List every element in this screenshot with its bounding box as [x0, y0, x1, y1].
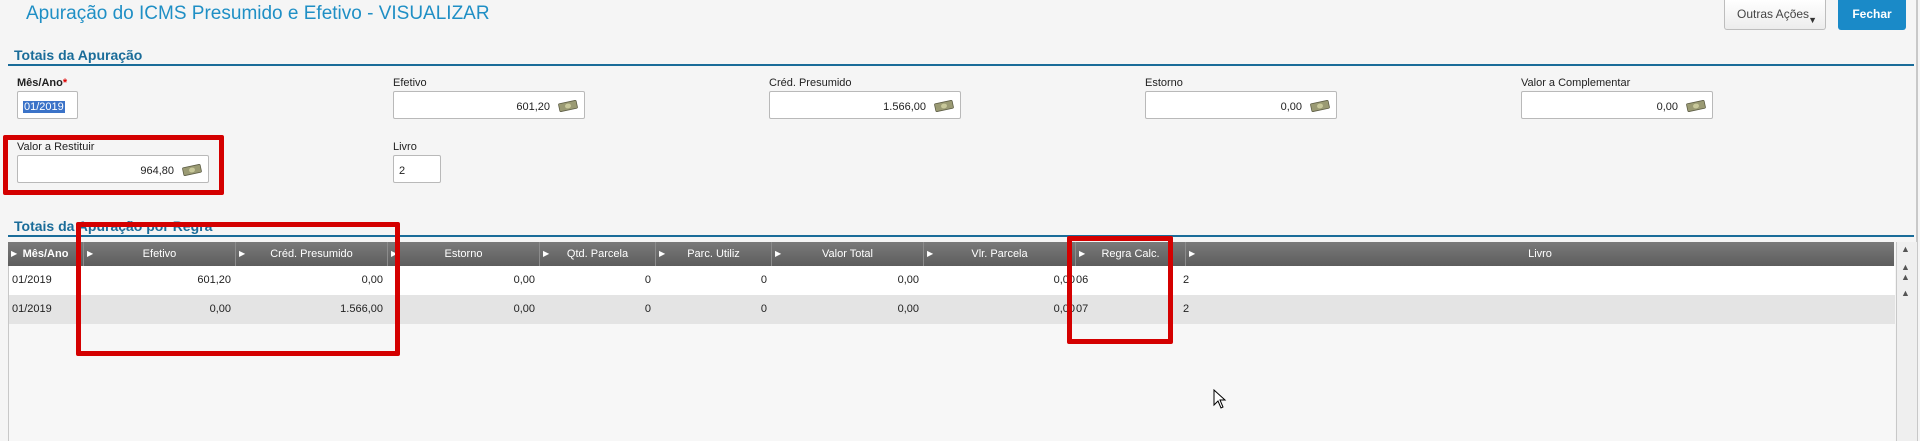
scroll-down-icon[interactable]: ▲: [1901, 288, 1910, 298]
cell-livro: 2: [1183, 274, 1190, 286]
efetivo-label: Efetivo: [393, 77, 427, 89]
cell-livro: 2: [1183, 303, 1190, 315]
scroll-page-up-icon[interactable]: ▲: [1901, 272, 1910, 282]
cred-presumido-field[interactable]: 1.566,00: [769, 91, 961, 119]
cell-parc-utiliz: 0: [760, 274, 767, 286]
livro-value: 2: [399, 165, 406, 177]
column-header-label: Vlr. Parcela: [971, 248, 1028, 260]
cell-vlr-parcela: 0,00: [1053, 274, 1075, 286]
column-header-label: Mês/Ano: [22, 248, 69, 260]
valor-complementar-value: 0,00: [1656, 101, 1678, 113]
mes-ano-label-text: Mês/Ano: [17, 77, 63, 89]
estorno-value: 0,00: [1280, 101, 1302, 113]
cell-mes-ano: 01/2019: [12, 274, 52, 286]
cred-presumido-label: Créd. Presumido: [769, 77, 852, 89]
cell-valor-total: 0,00: [897, 303, 919, 315]
column-header-mes-ano[interactable]: ▶ Mês/Ano: [8, 242, 84, 266]
valor-complementar-field[interactable]: 0,00: [1521, 91, 1713, 119]
cell-valor-total: 0,00: [897, 274, 919, 286]
highlight-box: [3, 135, 224, 195]
cell-qtd-parcela: 0: [644, 274, 651, 286]
grid-scrollbar[interactable]: ▲ ▲ ▲ ▲: [1896, 242, 1917, 441]
column-header-label: Livro: [1528, 248, 1552, 260]
page-title: Apuração do ICMS Presumido e Efetivo - V…: [26, 3, 490, 24]
cell-estorno: 0,00: [513, 303, 535, 315]
cell-estorno: 0,00: [513, 274, 535, 286]
column-header-parc-utiliz[interactable]: ▶ Parc. Utiliz: [656, 242, 772, 266]
column-header-label: Estorno: [444, 248, 483, 260]
cell-mes-ano: 01/2019: [12, 303, 52, 315]
cell-vlr-parcela: 0,00: [1053, 303, 1075, 315]
column-header-estorno[interactable]: ▶ Estorno: [388, 242, 540, 266]
column-header-vlr-parcela[interactable]: ▶ Vlr. Parcela: [924, 242, 1076, 266]
scroll-up-icon[interactable]: ▲: [1901, 244, 1910, 254]
mes-ano-field[interactable]: 01/2019: [17, 91, 78, 119]
money-bill-icon[interactable]: [1310, 100, 1330, 112]
livro-label: Livro: [393, 141, 417, 153]
efetivo-value: 601,20: [516, 101, 550, 113]
money-bill-icon[interactable]: [558, 100, 578, 112]
caret-down-icon: ▼: [1808, 15, 1817, 25]
scroll-page-up-icon[interactable]: ▲: [1901, 262, 1910, 272]
column-header-qtd-parcela[interactable]: ▶ Qtd. Parcela: [540, 242, 656, 266]
section-divider: [8, 64, 1914, 66]
highlight-box: [1067, 236, 1173, 344]
section-title-totais: Totais da Apuração: [14, 47, 143, 63]
cred-presumido-value: 1.566,00: [883, 101, 926, 113]
column-header-label: Qtd. Parcela: [566, 248, 629, 260]
estorno-label: Estorno: [1145, 77, 1183, 89]
highlight-box: [76, 222, 400, 356]
column-header-livro[interactable]: ▶ Livro: [1186, 242, 1894, 266]
valor-complementar-label: Valor a Complementar: [1521, 77, 1631, 89]
money-bill-icon[interactable]: [1686, 100, 1706, 112]
column-header-valor-total[interactable]: ▶ Valor Total: [772, 242, 924, 266]
column-header-label: Parc. Utiliz: [687, 248, 740, 260]
efetivo-field[interactable]: 601,20: [393, 91, 585, 119]
cell-qtd-parcela: 0: [644, 303, 651, 315]
mes-ano-value: 01/2019: [23, 101, 65, 113]
estorno-field[interactable]: 0,00: [1145, 91, 1337, 119]
mes-ano-label: Mês/Ano*: [17, 77, 67, 89]
required-marker: *: [62, 77, 68, 89]
livro-field[interactable]: 2: [393, 155, 441, 183]
mouse-cursor-icon: [1213, 389, 1227, 409]
outras-acoes-label: Outras Ações: [1737, 7, 1810, 21]
money-bill-icon[interactable]: [934, 100, 954, 112]
column-header-label: Valor Total: [822, 248, 873, 260]
outras-acoes-button[interactable]: Outras Ações ▼: [1724, 0, 1826, 30]
cell-parc-utiliz: 0: [760, 303, 767, 315]
fechar-button[interactable]: Fechar: [1838, 0, 1906, 30]
